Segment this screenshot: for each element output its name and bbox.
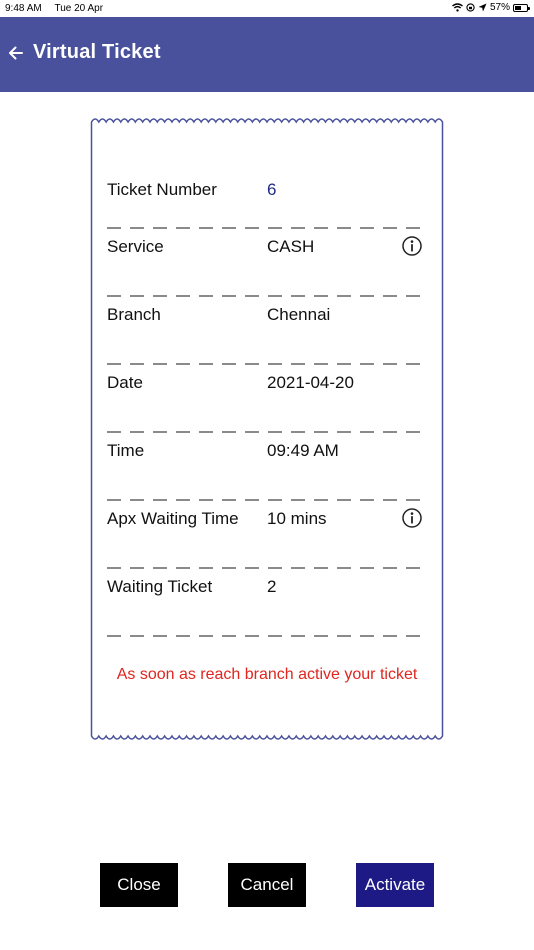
- wifi-icon: [452, 3, 463, 12]
- virtual-ticket-card: Ticket Number 6 Service CASH Branch Chen…: [90, 116, 444, 742]
- branch-value: Chennai: [267, 305, 331, 324]
- branch-label: Branch: [107, 305, 161, 324]
- page-title: Virtual Ticket: [33, 41, 161, 63]
- status-bar: 9:48 AM Tue 20 Apr 57%: [0, 0, 534, 17]
- close-button[interactable]: Close: [100, 863, 178, 907]
- arrow-left-icon[interactable]: [6, 43, 26, 63]
- battery-fill: [515, 5, 522, 10]
- ticket-row-time: Time 09:49 AM: [107, 433, 423, 501]
- service-info-icon[interactable]: [401, 235, 423, 257]
- activation-notice: As soon as reach branch active your tick…: [116, 666, 418, 683]
- status-right: 57%: [452, 2, 530, 13]
- service-value: CASH: [267, 237, 315, 256]
- app-bar: Virtual Ticket: [0, 17, 534, 92]
- date-label: Date: [107, 373, 143, 392]
- cancel-button[interactable]: Cancel: [228, 863, 306, 907]
- status-left: 9:48 AM Tue 20 Apr: [5, 3, 103, 14]
- status-date: Tue 20 Apr: [54, 3, 104, 14]
- waiting-time-value: 10 mins: [267, 509, 327, 528]
- waiting-ticket-value: 2: [267, 577, 277, 596]
- ticket-row-date: Date 2021-04-20: [107, 365, 423, 433]
- status-time: 9:48 AM: [5, 3, 42, 14]
- battery-percent: 57%: [489, 2, 510, 13]
- waiting-ticket-label: Waiting Ticket: [107, 577, 213, 596]
- ticket-row-branch: Branch Chennai: [107, 297, 423, 365]
- lock-rotation-icon: [466, 3, 475, 12]
- service-label: Service: [107, 237, 164, 256]
- battery-icon: [513, 3, 530, 12]
- ticket-row-service: Service CASH: [107, 229, 423, 297]
- ticket-row-waiting-time: Apx Waiting Time 10 mins: [107, 501, 423, 569]
- location-arrow-icon: [478, 3, 487, 12]
- waiting-time-label: Apx Waiting Time: [107, 509, 239, 528]
- ticket-row-waiting-ticket: Waiting Ticket 2: [107, 569, 423, 637]
- ticket-details: Ticket Number 6 Service CASH Branch Chen…: [107, 172, 423, 637]
- time-label: Time: [107, 441, 145, 460]
- ticket-row-ticket-number: Ticket Number 6: [107, 172, 423, 229]
- activate-button[interactable]: Activate: [356, 863, 434, 907]
- waiting-time-info-icon[interactable]: [401, 507, 423, 529]
- date-value: 2021-04-20: [267, 373, 354, 392]
- dashed-divider: [107, 635, 423, 637]
- time-value: 09:49 AM: [267, 441, 339, 460]
- ticket-number-value: 6: [267, 180, 277, 199]
- ticket-number-label: Ticket Number: [107, 180, 217, 199]
